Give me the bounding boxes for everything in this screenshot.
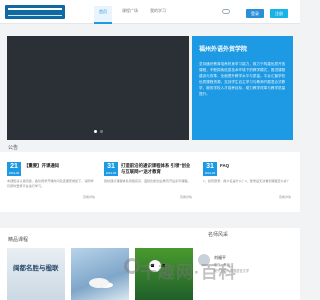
notice-list: 21 2019-06 【重要】开课通知 本通知请认真阅读，各位同学开课时间及选课… (0, 152, 300, 212)
tab-my-learning[interactable]: 我的学习 (150, 8, 166, 14)
search-icon[interactable] (222, 9, 230, 14)
notice-title[interactable]: FAQ (220, 163, 293, 169)
notice-date: 31 2019-05 (104, 162, 118, 176)
teacher-section-title: 名师风采 (208, 232, 229, 238)
tab-course-square[interactable]: 课程广场 (122, 8, 138, 14)
notice-title[interactable]: 【重要】开课通知 (24, 163, 97, 169)
notice-year-month: 2019-05 (204, 171, 216, 175)
notice-more-link[interactable]: 查看详情 (279, 195, 291, 199)
notice-desc: 我校通识课程体系持续完善，围绕创新创业教育开设系列课程。 (104, 179, 191, 183)
notice-title[interactable]: 打造前沿的通识课程体系 引领“创业与互联网+”送才教育 (121, 163, 194, 175)
course-section-title: 精品课程 (8, 237, 29, 243)
watermark-logo-icon (124, 258, 140, 274)
carousel-dot[interactable] (100, 130, 103, 133)
notice-year-month: 2019-06 (8, 171, 20, 175)
notice-item[interactable]: 31 2019-05 FAQ 1、如何登录，用户名是什么？2、登录后无法看到课程… (203, 162, 293, 202)
notice-item[interactable]: 31 2019-05 打造前沿的通识课程体系 引领“创业与互联网+”送才教育 我… (104, 162, 194, 202)
top-navbar: 首页 课程广场 我的学习 登录 注册 (0, 0, 300, 24)
notice-desc: 1、如何登录，用户名是什么？2、登录后无法看到课程怎么办？ (203, 179, 290, 183)
logo-calligraphy (8, 8, 62, 16)
hero-carousel[interactable] (7, 36, 189, 140)
watermark: 千趣网·百科 (140, 263, 237, 282)
register-button[interactable]: 注册 (270, 9, 288, 18)
school-name: 福州外语外贸学院 (199, 47, 248, 53)
school-intro-panel: 福州外语外贸学院 坚持通识教育培养终身学习能力，致力于构建优质开放课程，不断探索… (192, 36, 293, 140)
notice-desc: 本通知请认真阅读，各位同学开课时间及选课安排如下，请同学们按时登录平台进行学习。 (7, 179, 94, 188)
course-card[interactable] (71, 248, 129, 300)
notice-day: 31 (206, 163, 214, 170)
course-card[interactable]: 闽都名胜与楹联 (7, 248, 65, 300)
notice-day: 21 (10, 163, 18, 170)
notice-section-title: 公告 (8, 145, 19, 151)
notice-more-link[interactable]: 查看详情 (83, 195, 95, 199)
carousel-dot-active[interactable] (94, 130, 97, 133)
notice-date: 21 2019-06 (7, 162, 21, 176)
notice-year-month: 2019-05 (105, 171, 117, 175)
tab-home[interactable]: 首页 (94, 6, 112, 24)
notice-item[interactable]: 21 2019-06 【重要】开课通知 本通知请认真阅读，各位同学开课时间及选课… (7, 162, 97, 202)
school-intro-text: 坚持通识教育培养终身学习能力，致力于构建优质开放课程，不断探索信息技术环境下的教… (199, 62, 286, 96)
notice-day: 31 (107, 163, 115, 170)
course-cover-text: 闽都名胜与楹联 (13, 264, 59, 272)
bird-illustration (89, 278, 109, 288)
school-logo[interactable] (5, 5, 65, 19)
notice-more-link[interactable]: 查看详情 (180, 195, 192, 199)
login-button[interactable]: 登录 (246, 9, 264, 18)
notice-date: 31 2019-05 (203, 162, 217, 176)
